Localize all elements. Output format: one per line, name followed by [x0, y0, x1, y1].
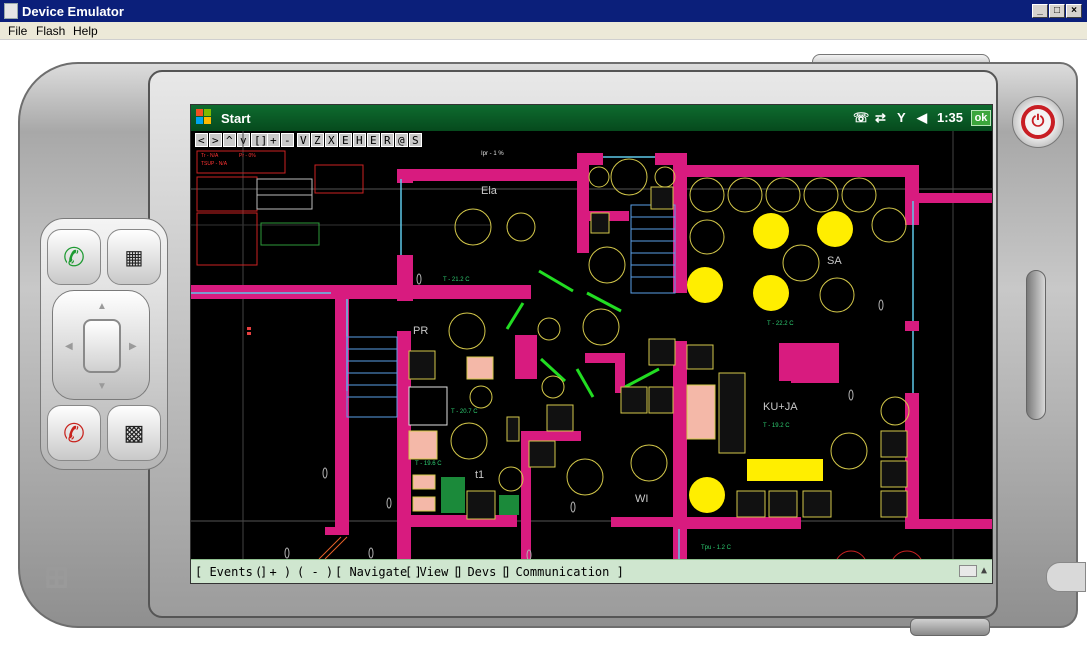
temp-sa: T - 22.2 C: [767, 321, 794, 327]
temp-t1: T - 19.6 C: [415, 461, 442, 467]
device-bottom-tab: [910, 618, 990, 636]
message-icon[interactable]: ☏: [853, 110, 869, 126]
floor-plan[interactable]: < > ^ v [] + - V Z X E H E R @ S: [191, 131, 992, 559]
menu-file[interactable]: File: [8, 24, 27, 38]
close-button[interactable]: ×: [1066, 4, 1082, 18]
header-text: Ipr - 1 %: [481, 151, 504, 157]
windows-logo-icon: ⊞: [44, 561, 70, 594]
minimize-button[interactable]: _: [1032, 4, 1048, 18]
signal-icon[interactable]: Y: [897, 110, 906, 125]
legend-line-1: Tr - N/A: [201, 153, 219, 159]
dpad-up-icon[interactable]: ▲: [97, 301, 107, 312]
device-right-rail: [1046, 562, 1086, 592]
device-side-slot: [1026, 270, 1046, 420]
menu-flash[interactable]: Flash: [36, 24, 65, 38]
zoom-in-button[interactable]: ( + ): [255, 565, 291, 579]
room-label-ku-ja: KU+JA: [763, 401, 798, 413]
phone-red-icon: ✆: [63, 417, 85, 448]
communication-button[interactable]: [ Communication ]: [501, 565, 624, 579]
dpad-left-icon[interactable]: ◀: [65, 341, 73, 352]
room-label-pr: PR: [413, 325, 429, 337]
ok-button[interactable]: ok: [971, 110, 991, 126]
temp-ku: T - 19.2 C: [763, 423, 790, 429]
window-titlebar: Device Emulator _ □ ×: [0, 0, 1087, 22]
start-label[interactable]: Start: [221, 111, 251, 126]
phone-green-icon: ✆: [63, 241, 85, 272]
power-button[interactable]: ⏻: [1012, 96, 1064, 148]
temp-pr: T - 20.7 C: [451, 409, 478, 415]
room-label-t1: t1: [475, 469, 485, 481]
power-icon: ⏻: [1021, 105, 1055, 139]
temp-ela: T - 21.2 C: [443, 277, 470, 283]
zoom-out-button[interactable]: ( - ): [297, 565, 333, 579]
call-button[interactable]: ✆: [47, 229, 101, 285]
menubar: File Flash Help: [0, 22, 1087, 40]
dpad-center-button[interactable]: [83, 319, 121, 373]
room-label-sa: SA: [827, 255, 842, 267]
chevron-up-icon[interactable]: ▲: [981, 565, 987, 576]
sync-icon[interactable]: ⇄: [875, 110, 886, 126]
keyboard-icon[interactable]: [959, 565, 977, 577]
window-title: Device Emulator: [22, 4, 124, 19]
legend-line-3: Pr - 0%: [239, 153, 256, 159]
start-flag-icon[interactable]: [196, 109, 212, 125]
dpad-down-icon[interactable]: ▼: [97, 381, 107, 392]
temp-bottom: Tpu - 1.2 C: [701, 545, 732, 551]
dpad[interactable]: ▲ ▼ ◀ ▶: [52, 290, 150, 400]
keypad-button[interactable]: ▩: [107, 405, 161, 461]
app-icon: [4, 3, 18, 19]
floor-plan-drawing: [191, 131, 992, 559]
keypad-icon: ▩: [123, 420, 145, 445]
bottom-command-bar: [ Events ] ( + ) ( - ) [ Navigate ] [ Vi…: [191, 559, 992, 583]
dpad-right-icon[interactable]: ▶: [129, 341, 137, 352]
volume-icon[interactable]: ◀: [917, 110, 927, 126]
room-label-ela: Ela: [481, 185, 497, 197]
contacts-icon: ▦: [124, 246, 144, 269]
menu-help[interactable]: Help: [73, 24, 98, 38]
contacts-button[interactable]: ▦: [107, 229, 161, 285]
end-call-button[interactable]: ✆: [47, 405, 101, 461]
taskbar: Start ☏ ⇄ Y ◀ 1:35 ok: [191, 105, 992, 131]
device-screen: Start ☏ ⇄ Y ◀ 1:35 ok < > ^ v [] + - V Z…: [190, 104, 993, 584]
legend-line-2: TSUP - N/A: [201, 161, 228, 167]
clock[interactable]: 1:35: [937, 110, 963, 125]
room-label-wi: WI: [635, 493, 649, 505]
maximize-button[interactable]: □: [1049, 4, 1065, 18]
